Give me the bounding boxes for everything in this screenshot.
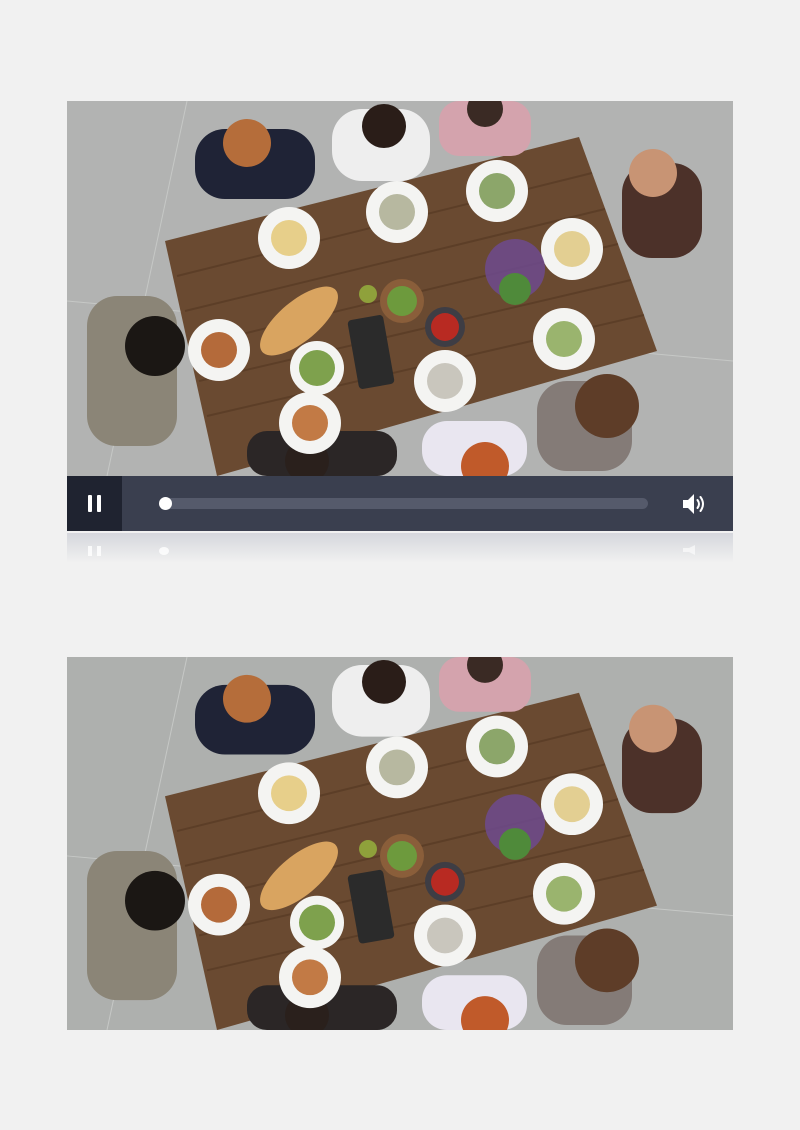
control-bar-reflection xyxy=(67,533,733,563)
reflection-volume-icon xyxy=(683,545,695,555)
video-frame-preview[interactable] xyxy=(67,657,733,1030)
volume-button[interactable] xyxy=(680,490,708,518)
video-scene xyxy=(67,657,733,1030)
reflection-pause-icon xyxy=(88,546,101,556)
pause-icon-bar xyxy=(97,495,101,512)
pause-icon xyxy=(88,495,92,512)
progress-bar[interactable] xyxy=(159,497,648,510)
reflection-thumb xyxy=(159,547,169,555)
pause-button[interactable] xyxy=(67,476,122,531)
video-frame-playing[interactable] xyxy=(67,101,733,476)
progress-thumb[interactable] xyxy=(159,497,172,510)
video-scene xyxy=(67,101,733,476)
volume-icon xyxy=(683,494,704,514)
video-control-bar xyxy=(67,476,733,531)
